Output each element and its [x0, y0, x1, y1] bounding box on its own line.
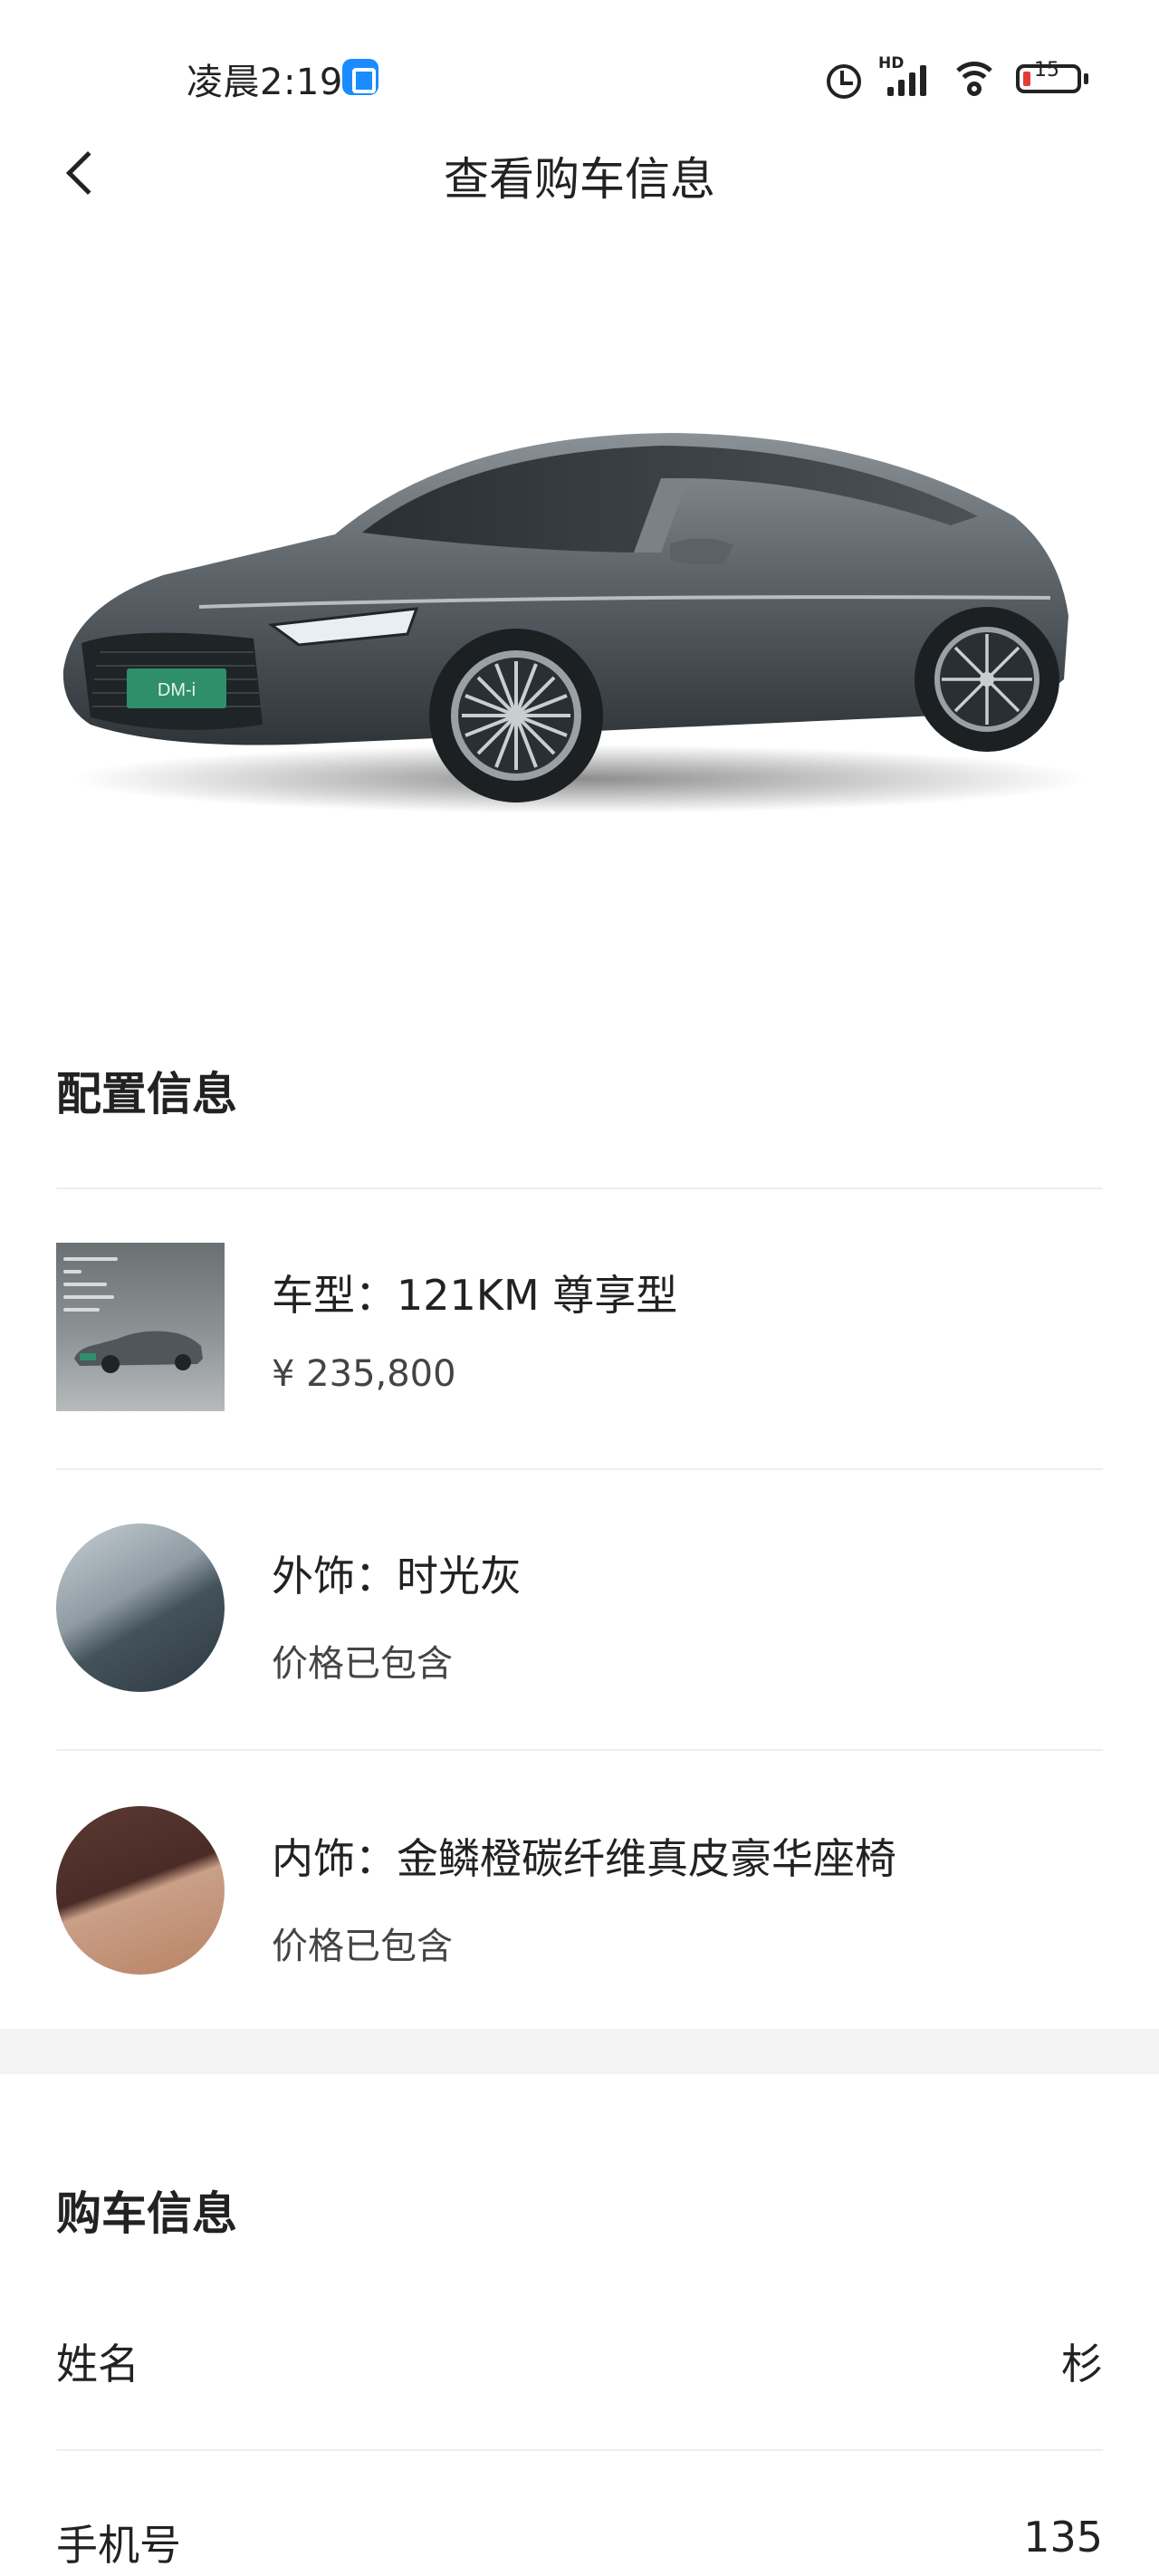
- config-item-price-note: 价格已包含: [272, 1643, 453, 1685]
- config-section-title: 配置信息: [56, 1068, 237, 1120]
- info-value: 杉: [1061, 2340, 1103, 2389]
- config-item-title: 内饰：金鳞橙碳纤维真皮豪华座椅: [272, 1834, 896, 1883]
- signal-hd-label: HD: [878, 54, 905, 72]
- info-row-name: 姓名 杉: [56, 2315, 1103, 2406]
- info-label: 姓名: [56, 2340, 139, 2389]
- model-thumbnail: [56, 1243, 225, 1411]
- signal-icon: HD: [878, 54, 933, 98]
- car-hero-image: DM-i: [36, 380, 1105, 870]
- interior-color-swatch: [56, 1806, 225, 1975]
- config-item-title: 车型：121KM 尊享型: [272, 1271, 678, 1320]
- battery-level: 15: [1034, 59, 1059, 82]
- app-notification-icon: [342, 59, 378, 95]
- config-item-interior[interactable]: 内饰：金鳞橙碳纤维真皮豪华座椅 价格已包含: [56, 1806, 1103, 1978]
- wifi-icon: [949, 58, 1000, 98]
- status-icons: HD 15: [822, 53, 1088, 103]
- section-separator: [0, 2029, 1159, 2074]
- divider: [56, 1468, 1103, 1470]
- car-badge-text: DM-i: [158, 680, 196, 700]
- info-label: 手机号: [56, 2521, 181, 2570]
- battery-icon: 15: [1016, 59, 1088, 95]
- status-time: 凌晨2:19: [187, 62, 343, 103]
- divider: [56, 1187, 1103, 1189]
- alarm-icon: [822, 58, 862, 99]
- nav-bar: 查看购车信息: [0, 127, 1159, 217]
- config-item-model[interactable]: 车型：121KM 尊享型 ¥ 235,800: [56, 1243, 1103, 1415]
- info-row-phone: 手机号 135: [56, 2496, 1103, 2576]
- config-item-price-note: 价格已包含: [272, 1926, 453, 1967]
- config-item-price: ¥ 235,800: [272, 1353, 456, 1395]
- info-value: 135: [1023, 2513, 1103, 2562]
- divider: [56, 1749, 1103, 1751]
- purchase-section-title: 购车信息: [56, 2187, 237, 2240]
- config-item-title: 外饰：时光灰: [272, 1552, 522, 1600]
- exterior-color-swatch: [56, 1523, 225, 1692]
- config-item-exterior[interactable]: 外饰：时光灰 价格已包含: [56, 1523, 1103, 1696]
- page-title: 查看购车信息: [444, 153, 715, 206]
- divider: [56, 2449, 1103, 2451]
